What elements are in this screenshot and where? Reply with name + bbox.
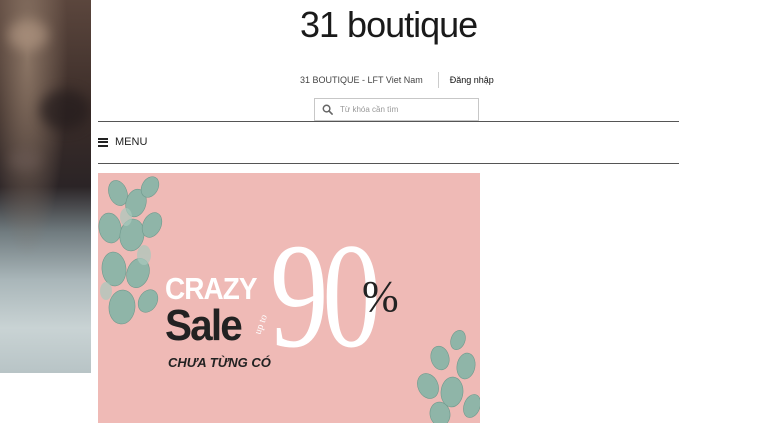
hamburger-icon — [98, 137, 108, 147]
banner-upto-text: up to — [252, 313, 270, 336]
top-links-bar: 31 BOUTIQUE - LFT Viet Nam Đăng nhập — [300, 72, 494, 88]
search-input[interactable] — [340, 105, 470, 114]
banner-tagline: CHƯA TỪNG CÓ — [168, 355, 271, 370]
header-divider-top — [98, 121, 679, 122]
banner-percent-value: 90 — [270, 213, 381, 379]
store-link[interactable]: 31 BOUTIQUE - LFT Viet Nam — [300, 75, 423, 85]
login-link[interactable]: Đăng nhập — [450, 75, 494, 85]
menu-label: MENU — [115, 136, 148, 148]
brand-logo[interactable]: 31 boutique — [300, 4, 480, 48]
cactus-leaves-right-image — [417, 330, 480, 423]
side-background-photo — [0, 0, 91, 373]
sale-banner[interactable]: CRAZY Sale up to 90 % CHƯA TỪNG CÓ — [98, 173, 480, 423]
banner-percent-sign: % — [362, 272, 399, 321]
search-box[interactable] — [314, 98, 479, 121]
menu-toggle[interactable]: MENU — [98, 134, 147, 150]
logo-text: 31 boutique — [300, 4, 478, 45]
search-icon[interactable] — [320, 103, 334, 117]
banner-sale-text: Sale — [165, 301, 243, 350]
cactus-leaves-left-image — [98, 176, 163, 325]
topbar-divider — [437, 72, 439, 88]
header-divider-bottom — [98, 163, 679, 164]
